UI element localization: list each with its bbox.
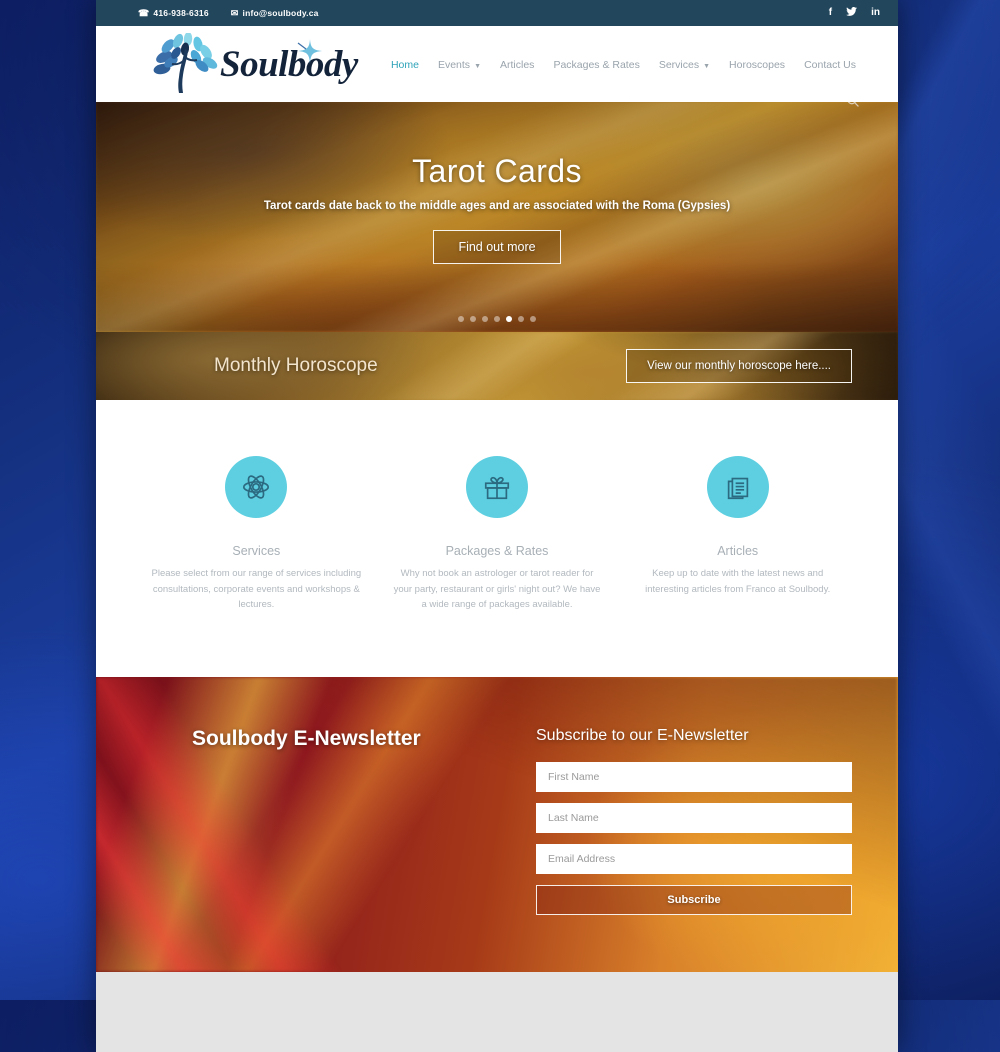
logo-wordmark: Soulbody [220,43,358,86]
phone-contact[interactable]: ☎ 416-938-6316 [138,8,209,18]
feature-title: Articles [631,544,844,558]
nav-item-horoscopes[interactable]: Horoscopes [729,59,785,71]
newsletter-heading-block: Soulbody E-Newsletter [192,727,512,972]
site-footer [96,972,898,1052]
documents-icon [707,456,769,518]
feature-packages-rates[interactable]: Packages & Rates Why not book an astrolo… [377,456,618,613]
subscribe-button[interactable]: Subscribe [536,885,852,915]
nav-label: Home [391,59,419,71]
horoscope-content: Monthly Horoscope View our monthly horos… [96,332,898,400]
slider-dot[interactable] [518,316,524,322]
nav-label: Contact Us [804,59,856,71]
phone-icon: ☎ [138,9,149,18]
newsletter-form: Subscribe to our E-Newsletter Subscribe [536,727,852,972]
nav-label: Horoscopes [729,59,785,71]
nav-item-contact-us[interactable]: Contact Us [804,59,856,71]
gift-icon [466,456,528,518]
nav-item-packages-rates[interactable]: Packages & Rates [553,59,639,71]
main-navigation: Home Events ▼ Articles Packages & Rates S… [391,57,856,71]
atom-icon [225,456,287,518]
hero-content: Tarot Cards Tarot cards date back to the… [96,102,898,332]
feature-services[interactable]: Services Please select from our range of… [136,456,377,613]
last-name-input[interactable] [536,803,852,833]
feature-title: Packages & Rates [391,544,604,558]
nav-item-articles[interactable]: Articles [500,59,534,71]
feature-description: Why not book an astrologer or tarot read… [391,566,604,613]
hero-title: Tarot Cards [412,153,582,190]
sparkle-icon [292,37,326,67]
nav-item-services[interactable]: Services ▼ [659,59,710,71]
site-logo[interactable]: Soulbody [152,33,358,95]
slider-dot[interactable] [458,316,464,322]
slider-dots [96,316,898,322]
email-address: info@soulbody.ca [243,8,319,18]
social-links: f in [829,7,880,19]
slider-dot[interactable] [494,316,500,322]
view-horoscope-button[interactable]: View our monthly horoscope here.... [626,349,852,383]
feature-description: Keep up to date with the latest news and… [631,566,844,597]
top-contact-bar: ☎ 416-938-6316 ✉ info@soulbody.ca f in [96,0,898,26]
site-header: Soulbody Home Events ▼ Articles Packages … [96,26,898,102]
slider-dot-active[interactable] [506,316,512,322]
envelope-icon: ✉ [231,9,239,18]
phone-number: 416-938-6316 [153,8,208,18]
slider-dot[interactable] [530,316,536,322]
linkedin-icon[interactable]: in [871,8,880,18]
facebook-icon[interactable]: f [829,8,832,18]
chevron-down-icon: ▼ [474,63,481,70]
feature-articles[interactable]: Articles Keep up to date with the latest… [617,456,858,613]
twitter-icon[interactable] [846,7,857,19]
hero-subtitle: Tarot cards date back to the middle ages… [264,200,730,212]
nav-label: Packages & Rates [553,59,639,71]
newsletter-section: Soulbody E-Newsletter Subscribe to our E… [96,677,898,972]
nav-item-home[interactable]: Home [391,59,419,71]
newsletter-subheading: Subscribe to our E-Newsletter [536,727,852,745]
chevron-down-icon: ▼ [703,63,710,70]
slider-dot[interactable] [482,316,488,322]
website-page: ☎ 416-938-6316 ✉ info@soulbody.ca f in [96,0,898,1052]
nav-label: Articles [500,59,534,71]
search-icon[interactable] [846,102,860,113]
feature-title: Services [150,544,363,558]
nav-label: Events [438,59,470,71]
feature-description: Please select from our range of services… [150,566,363,613]
nav-label: Services [659,59,699,71]
hero-slider: Tarot Cards Tarot cards date back to the… [96,102,898,332]
email-input[interactable] [536,844,852,874]
slider-dot[interactable] [470,316,476,322]
email-contact[interactable]: ✉ info@soulbody.ca [231,8,319,18]
newsletter-content: Soulbody E-Newsletter Subscribe to our E… [96,677,898,972]
first-name-input[interactable] [536,762,852,792]
newsletter-heading: Soulbody E-Newsletter [192,727,512,751]
features-section: Services Please select from our range of… [96,400,898,677]
find-out-more-button[interactable]: Find out more [433,230,560,264]
monthly-horoscope-banner: Monthly Horoscope View our monthly horos… [96,332,898,400]
horoscope-title: Monthly Horoscope [214,355,378,377]
nav-item-events[interactable]: Events ▼ [438,59,481,71]
tree-logo-icon [152,33,224,95]
